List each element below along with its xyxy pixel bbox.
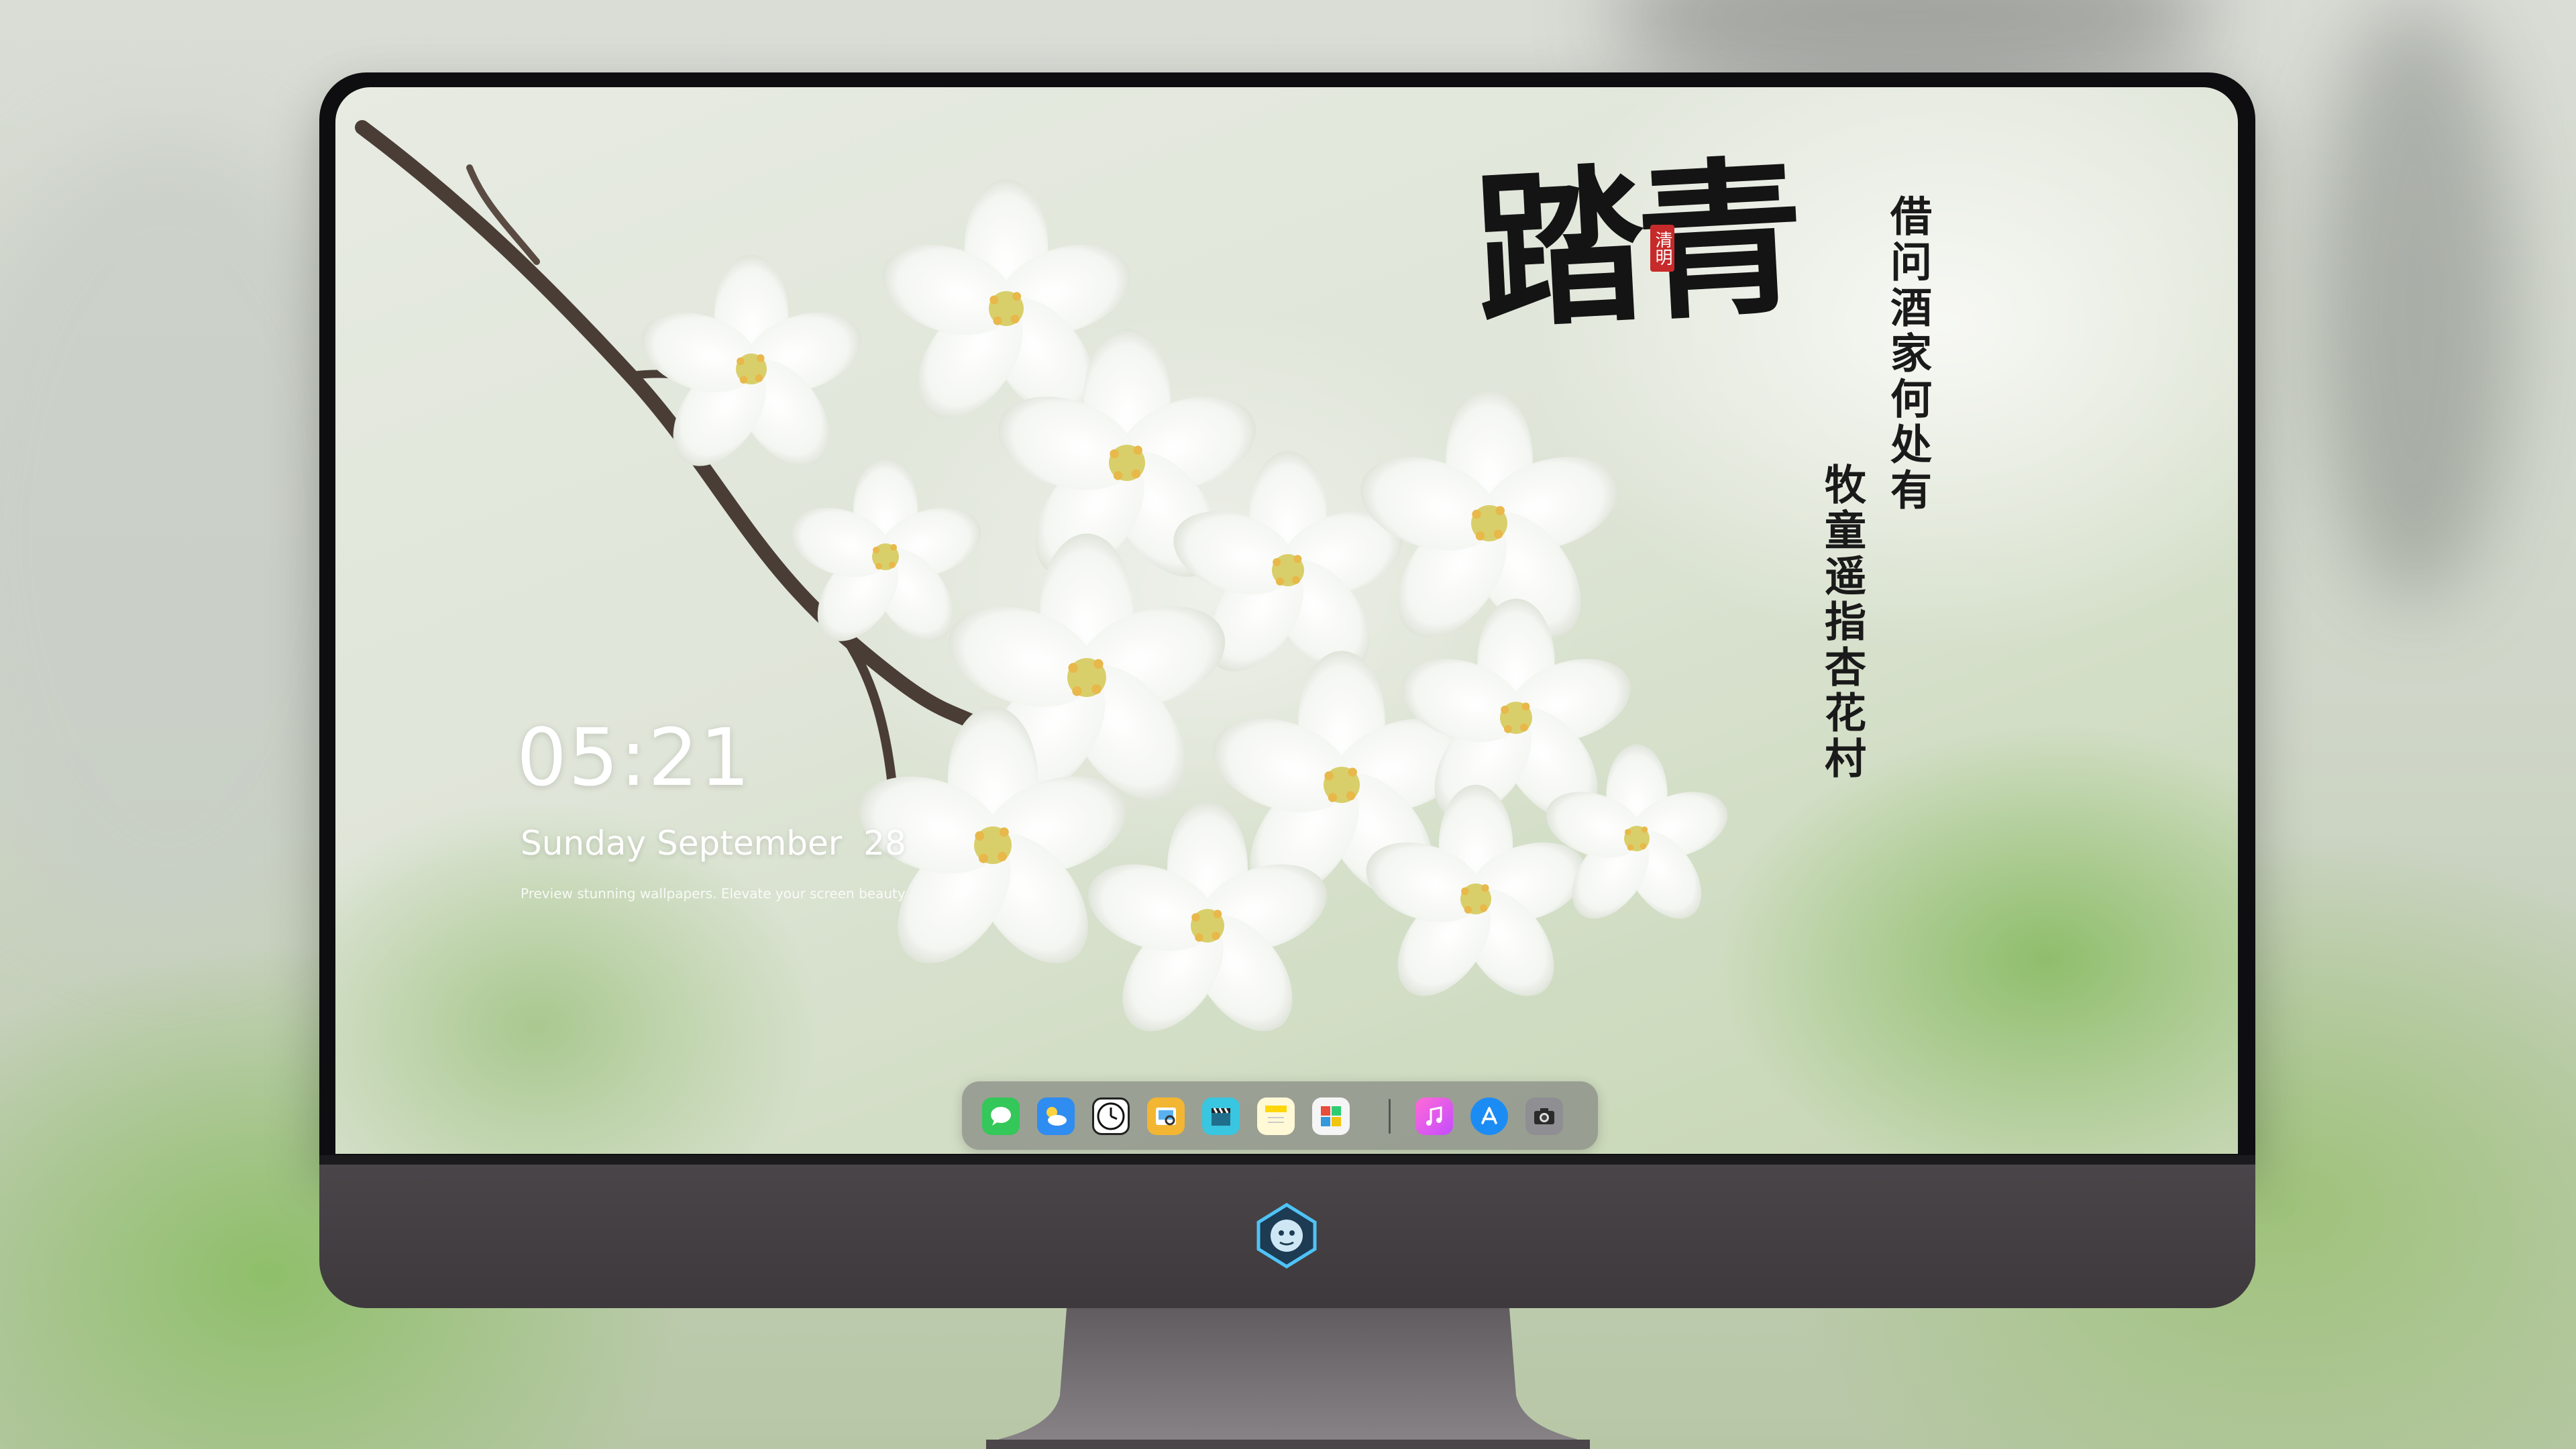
messages-icon[interactable] xyxy=(982,1097,1020,1135)
poem-line-left: 牧童遥指杏花村 xyxy=(1817,463,1866,782)
clock-date: Sunday September 28 xyxy=(521,824,906,863)
clapper-icon[interactable] xyxy=(1202,1097,1240,1135)
brand-logo-icon xyxy=(1256,1203,1317,1269)
dock-separator xyxy=(1389,1099,1391,1134)
monitor-frame: 踏青 清明 借问酒家何处有 牧童遥指杏花村 05:21 Sunday Septe… xyxy=(319,72,2255,1165)
wallpaper-blossoms xyxy=(631,179,1736,1050)
notes-icon[interactable] xyxy=(1257,1097,1295,1135)
bezel-bottom-edge xyxy=(319,1155,2255,1165)
dock xyxy=(962,1081,1598,1150)
weather-icon[interactable] xyxy=(1037,1097,1075,1135)
preview-icon[interactable] xyxy=(1147,1097,1185,1135)
wallpaper-title: 踏青 xyxy=(1470,138,1803,352)
music-icon[interactable] xyxy=(1415,1097,1453,1135)
camera-icon[interactable] xyxy=(1525,1097,1563,1135)
clock-icon[interactable] xyxy=(1092,1097,1130,1135)
red-seal: 清明 xyxy=(1650,225,1674,272)
poem-line-right: 借问酒家何处有 xyxy=(1883,195,1932,514)
app-store-icon[interactable] xyxy=(1470,1097,1508,1135)
monitor-stand xyxy=(986,1308,1590,1449)
clock-time: 05:21 xyxy=(517,711,752,804)
background-blur-right xyxy=(2314,0,2516,604)
desktop-screen: 踏青 清明 借问酒家何处有 牧童遥指杏花村 05:21 Sunday Septe… xyxy=(335,87,2238,1154)
wallpaper-caption: Preview stunning wallpapers. Elevate you… xyxy=(521,885,906,902)
photo-booth-icon[interactable] xyxy=(1312,1097,1350,1135)
